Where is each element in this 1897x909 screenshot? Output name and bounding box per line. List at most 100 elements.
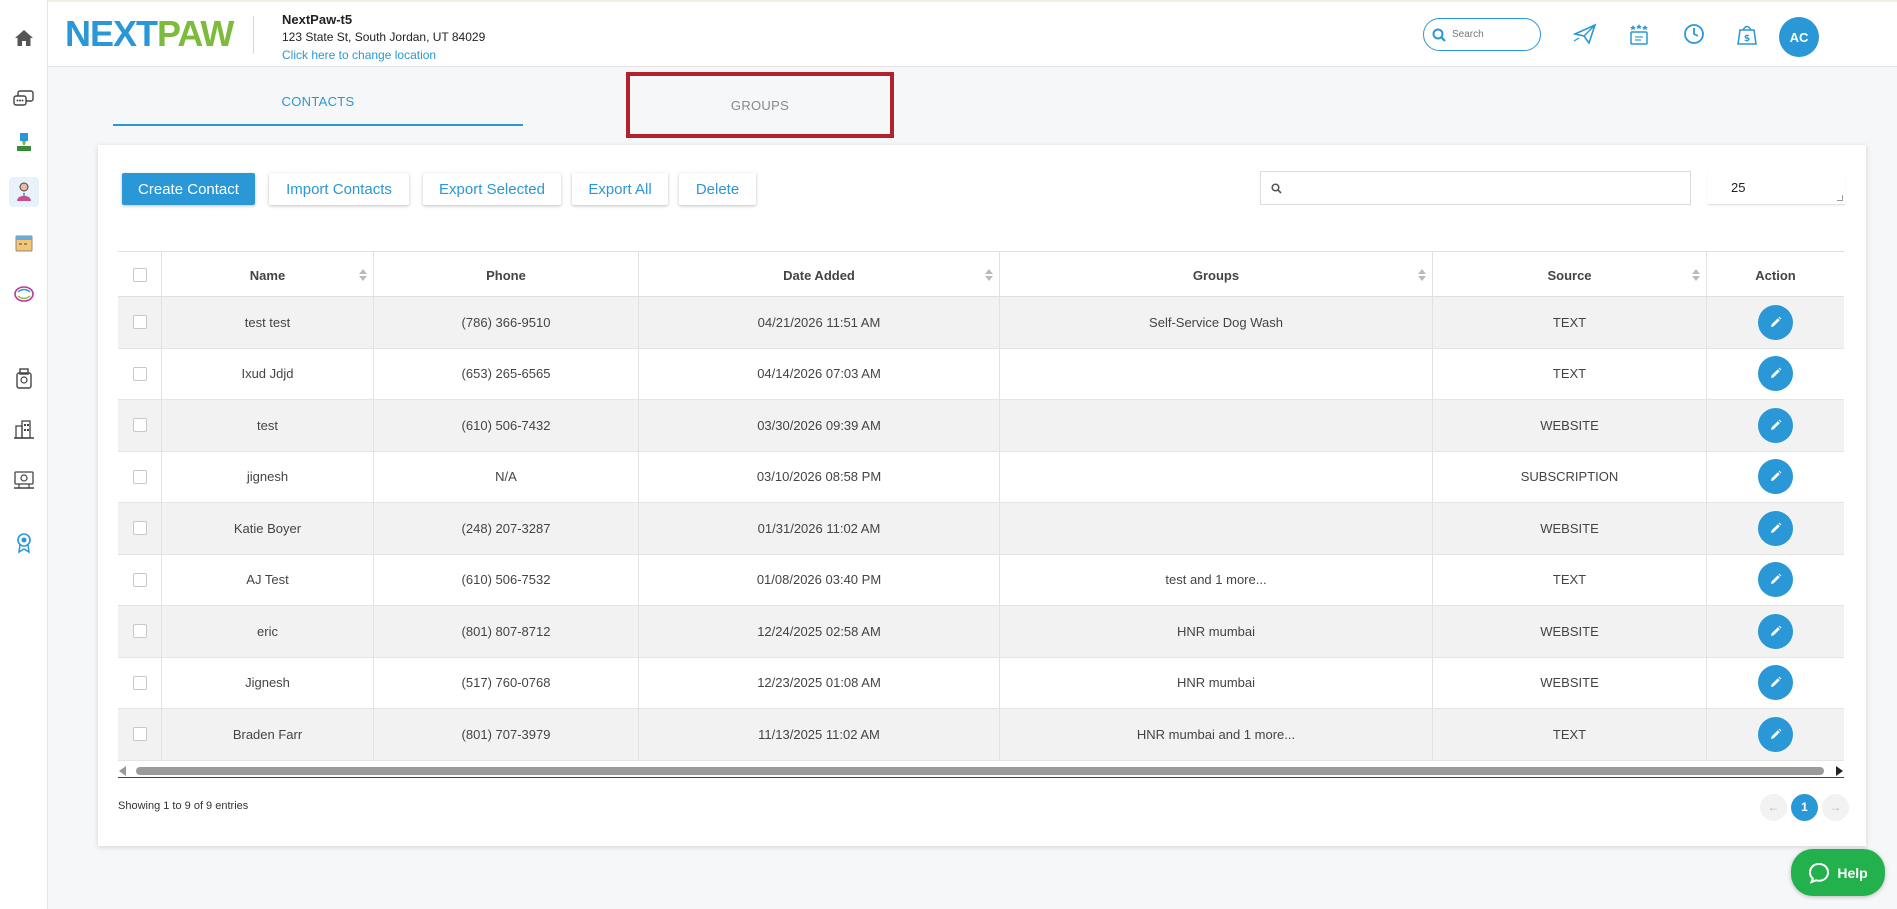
cell-phone: (610) 506-7432: [374, 400, 639, 451]
table-search-input[interactable]: [1260, 171, 1691, 205]
column-label: Source: [1547, 267, 1592, 283]
table-header: Name Phone Date Added Groups Source Acti…: [118, 251, 1844, 298]
select-all-checkbox[interactable]: [132, 268, 147, 282]
edit-contact-button[interactable]: [1758, 562, 1793, 598]
column-header-date-added[interactable]: Date Added: [639, 252, 1000, 298]
building-icon[interactable]: [9, 414, 39, 444]
cell-groups: [1000, 348, 1433, 399]
cell-groups: [1000, 451, 1433, 502]
resize-corner-icon: [1837, 195, 1843, 201]
delete-button[interactable]: Delete: [679, 173, 756, 205]
cell-name: test test: [162, 297, 374, 348]
help-button[interactable]: Help: [1791, 849, 1885, 896]
calendar-icon[interactable]: [9, 228, 39, 258]
cell-select: [118, 451, 162, 502]
user-avatar[interactable]: AC: [1779, 17, 1819, 57]
cell-phone: (786) 366-9510: [374, 297, 639, 348]
cell-groups: HNR mumbai: [1000, 657, 1433, 708]
column-label: Name: [249, 267, 286, 283]
contacts-table: Name Phone Date Added Groups Source Acti…: [118, 251, 1844, 778]
cell-action: [1707, 503, 1844, 554]
page-size-select[interactable]: 25: [1708, 171, 1845, 205]
export-all-button[interactable]: Export All: [572, 173, 668, 205]
column-header-action: Action: [1707, 252, 1844, 298]
edit-contact-button[interactable]: [1758, 716, 1793, 752]
cell-source: WEBSITE: [1433, 657, 1707, 708]
horizontal-scrollbar[interactable]: [118, 764, 1844, 778]
send-icon[interactable]: [1571, 20, 1599, 48]
ratings-icon[interactable]: [1625, 20, 1653, 48]
pencil-icon: [1771, 573, 1782, 585]
row-checkbox[interactable]: [132, 675, 147, 690]
cell-date-added: 04/21/2026 11:51 AM: [639, 297, 1000, 348]
tab-groups[interactable]: GROUPS: [626, 72, 894, 138]
row-checkbox[interactable]: [132, 366, 147, 381]
cell-action: [1707, 349, 1844, 400]
row-checkbox[interactable]: [132, 315, 147, 330]
cell-select: [118, 348, 162, 399]
cash-icon[interactable]: $: [1733, 20, 1761, 48]
logo-text-paw: PAW: [157, 13, 234, 54]
reports-icon[interactable]: [9, 465, 39, 495]
clock-icon[interactable]: [1680, 20, 1708, 48]
search-icon: [1271, 182, 1282, 194]
home-icon[interactable]: [9, 23, 39, 53]
scrollbar-thumb[interactable]: [136, 766, 1824, 775]
row-checkbox[interactable]: [132, 418, 147, 433]
marketing-icon[interactable]: [9, 279, 39, 309]
cell-name: test: [162, 400, 374, 451]
column-header-name[interactable]: Name: [162, 252, 374, 298]
edit-contact-button[interactable]: [1758, 665, 1793, 701]
row-checkbox[interactable]: [132, 469, 147, 484]
edit-contact-button[interactable]: [1758, 356, 1793, 392]
table-row: jignesh N/A 03/10/2026 08:58 PM SUBSCRIPTIO…: [118, 451, 1844, 503]
export-selected-button[interactable]: Export Selected: [423, 173, 561, 205]
location-address: 123 State St, South Jordan, UT 84029: [282, 30, 486, 44]
table-row: Braden Farr (801) 707-3979 11/13/2025 11:0…: [118, 709, 1844, 761]
entries-info: Showing 1 to 9 of 9 entries: [118, 800, 249, 812]
row-checkbox[interactable]: [132, 521, 147, 536]
svg-text:$: $: [1744, 34, 1750, 44]
scroll-left-icon[interactable]: [119, 765, 126, 776]
table-row: Katie Boyer (248) 207-3287 01/31/2026 11:0…: [118, 503, 1844, 555]
row-checkbox[interactable]: [132, 624, 147, 639]
tab-contacts[interactable]: CONTACTS: [113, 78, 523, 126]
cell-name: Jignesh: [162, 657, 374, 708]
scroll-right-icon[interactable]: [1836, 765, 1843, 776]
column-header-source[interactable]: Source: [1433, 252, 1707, 298]
column-label: Date Added: [783, 267, 855, 283]
contacts-icon[interactable]: [9, 177, 39, 207]
search-icon: [1432, 28, 1446, 42]
import-contacts-button[interactable]: Import Contacts: [269, 173, 409, 205]
edit-contact-button[interactable]: [1758, 304, 1793, 340]
award-icon[interactable]: [9, 528, 39, 558]
left-sidebar: [0, 0, 48, 909]
paint-icon[interactable]: [9, 127, 39, 157]
contacts-card: Create Contact Import Contacts Export Se…: [98, 145, 1866, 846]
create-contact-button[interactable]: Create Contact: [122, 173, 255, 205]
column-header-groups[interactable]: Groups: [1000, 252, 1433, 298]
nextpaw-logo[interactable]: NEXT PAW: [65, 13, 241, 54]
pagination: ← 1 →: [1760, 793, 1849, 821]
edit-contact-button[interactable]: [1758, 510, 1793, 546]
cell-date-added: 01/08/2026 03:40 PM: [639, 554, 1000, 605]
global-search-input[interactable]: Search: [1423, 18, 1541, 51]
table-row: AJ Test (610) 506-7532 01/08/2026 03:40 PM…: [118, 554, 1844, 606]
cell-date-added: 03/30/2026 09:39 AM: [639, 400, 1000, 451]
edit-contact-button[interactable]: [1758, 407, 1793, 443]
cell-phone: (248) 207-3287: [374, 503, 639, 554]
edit-contact-button[interactable]: [1758, 459, 1793, 495]
row-checkbox[interactable]: [132, 572, 147, 587]
page-button-current[interactable]: 1: [1791, 793, 1818, 821]
column-label: Groups: [1192, 267, 1240, 283]
edit-contact-button[interactable]: [1758, 613, 1793, 649]
store-icon[interactable]: [9, 364, 39, 394]
chat-icon[interactable]: [9, 84, 39, 114]
prev-page-button[interactable]: ←: [1760, 793, 1787, 821]
change-location-link[interactable]: Click here to change location: [282, 47, 485, 64]
pencil-icon: [1771, 316, 1782, 327]
cell-date-added: 04/14/2026 07:03 AM: [639, 348, 1000, 399]
row-checkbox[interactable]: [132, 727, 147, 742]
next-page-button[interactable]: →: [1822, 793, 1849, 821]
cell-action: [1707, 400, 1844, 451]
